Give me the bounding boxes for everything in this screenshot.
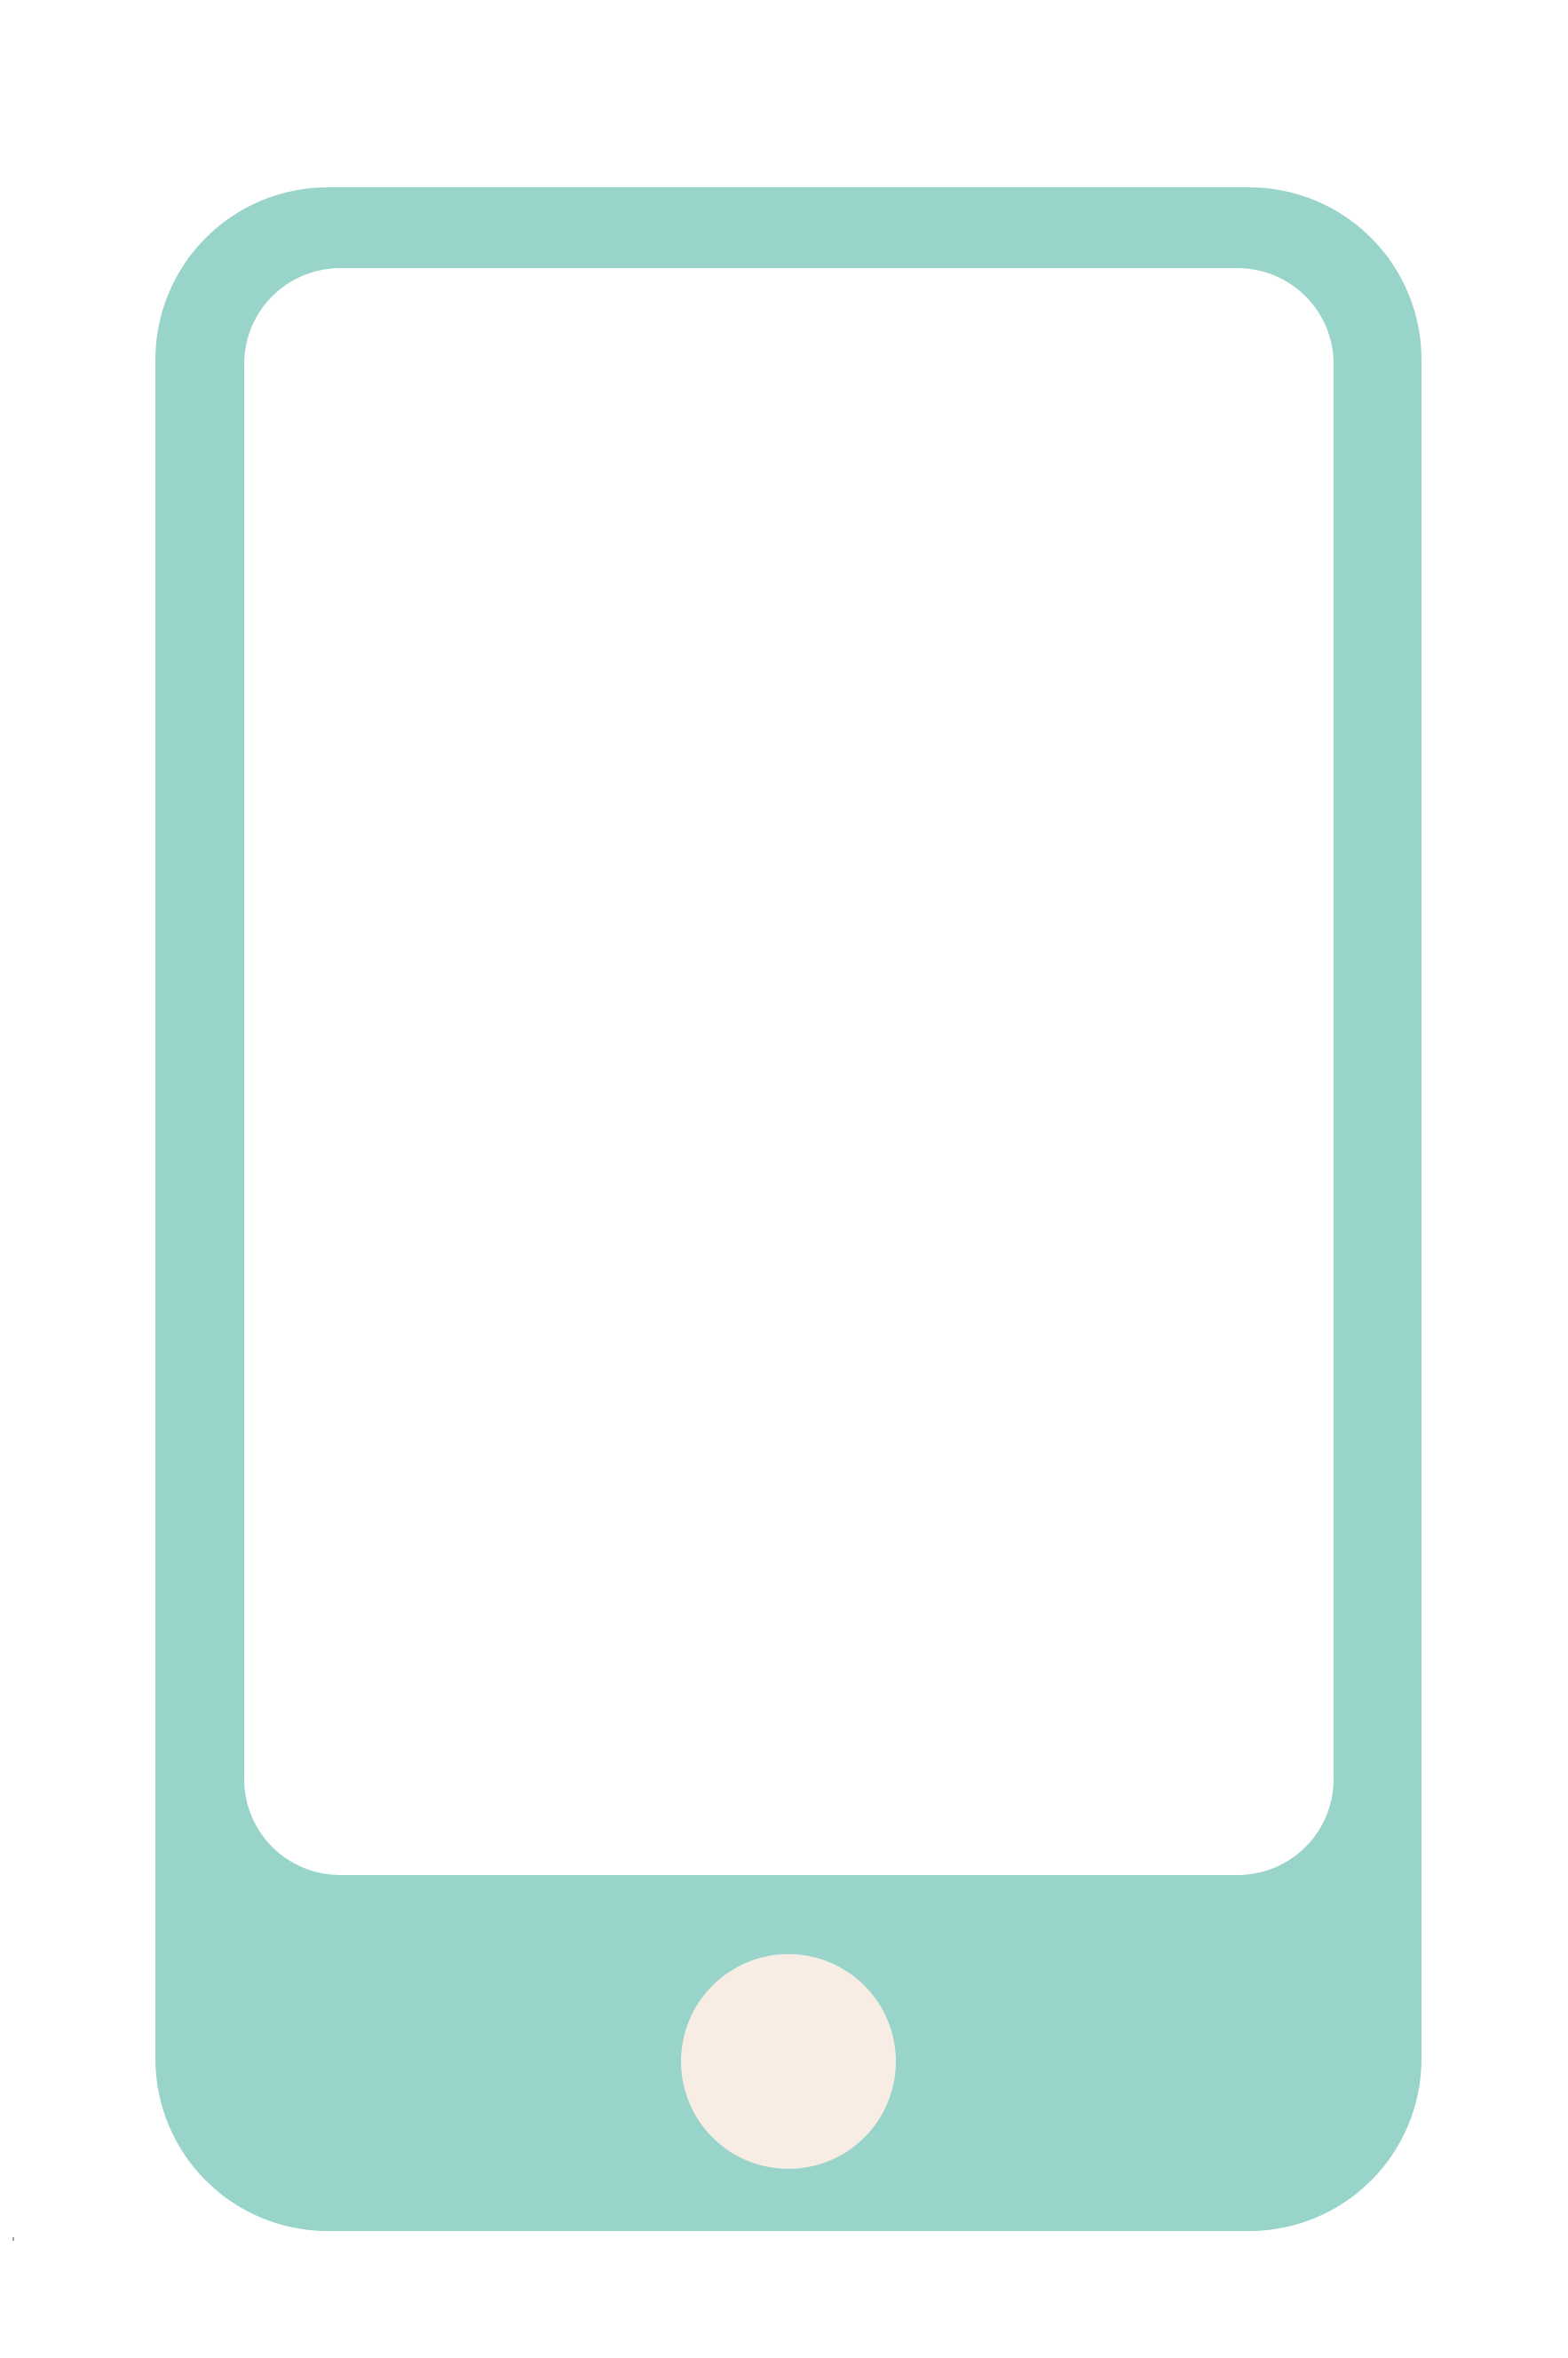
corner-dot — [12, 2237, 14, 2241]
home-button — [681, 1954, 896, 2169]
smartphone-icon — [155, 187, 1421, 2231]
canvas — [0, 0, 1568, 2358]
phone-screen — [244, 268, 1334, 1875]
